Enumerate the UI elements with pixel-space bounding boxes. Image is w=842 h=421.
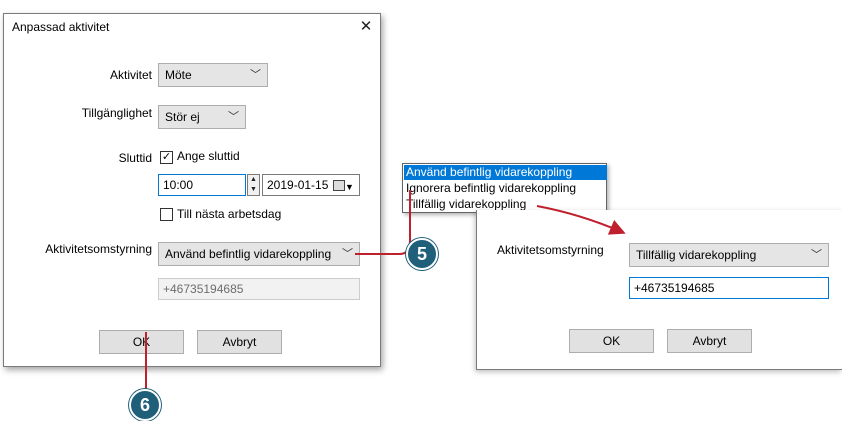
callout-arrows (145, 190, 626, 392)
callout-badge-5: 5 (406, 238, 438, 270)
callout-badge-6: 6 (129, 389, 161, 421)
arrow-to-dropdown (355, 190, 411, 255)
arrow-to-tillfallig (536, 205, 626, 235)
